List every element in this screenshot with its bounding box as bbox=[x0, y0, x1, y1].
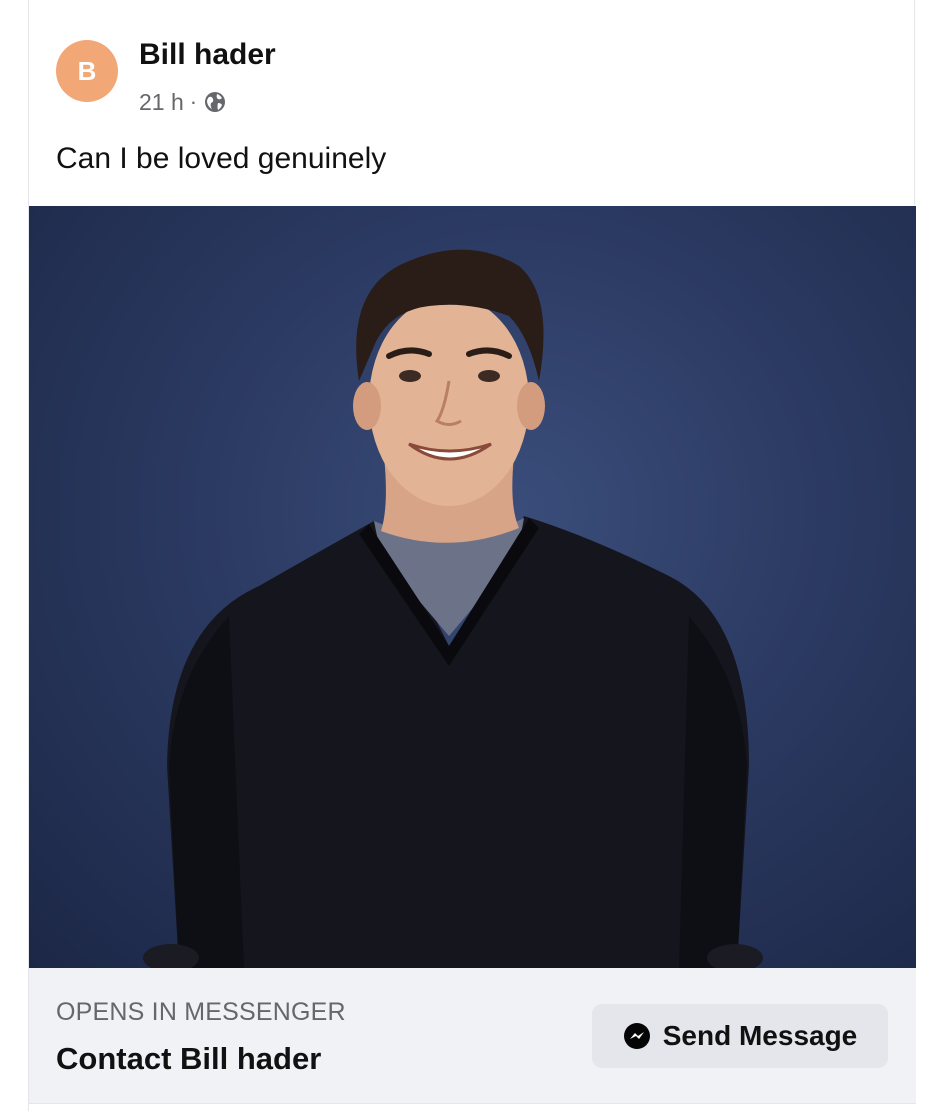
bottom-divider bbox=[29, 1103, 916, 1111]
post-card: B Bill hader 21 h · Can I be loved genui… bbox=[28, 0, 916, 1111]
cta-title[interactable]: Contact Bill hader bbox=[56, 1041, 321, 1077]
avatar[interactable]: B bbox=[56, 40, 118, 102]
avatar-letter: B bbox=[77, 55, 97, 86]
post-photo[interactable] bbox=[29, 206, 916, 968]
globe-icon[interactable] bbox=[203, 90, 227, 114]
meta-separator: · bbox=[189, 89, 198, 114]
author-name[interactable]: Bill hader bbox=[139, 38, 276, 72]
page: B Bill hader 21 h · Can I be loved genui… bbox=[0, 0, 941, 1111]
messenger-icon bbox=[623, 1022, 651, 1050]
cta-caption: OPENS IN MESSENGER bbox=[56, 998, 346, 1026]
cta-bar[interactable]: OPENS IN MESSENGER Contact Bill hader Se… bbox=[29, 968, 916, 1103]
post-time[interactable]: 21 h bbox=[139, 89, 184, 116]
post-meta: 21 h · bbox=[139, 86, 227, 118]
portrait-illustration bbox=[143, 249, 763, 968]
send-message-button[interactable]: Send Message bbox=[592, 1004, 888, 1068]
send-message-label: Send Message bbox=[662, 1020, 858, 1051]
post-text: Can I be loved genuinely bbox=[56, 142, 387, 175]
